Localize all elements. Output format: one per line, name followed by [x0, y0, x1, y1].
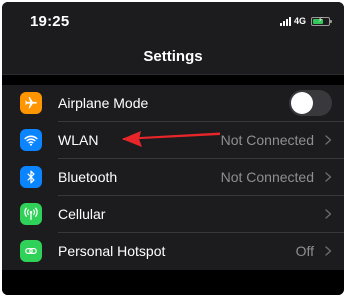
chevron-right-icon [325, 246, 332, 256]
toggle-knob [291, 92, 313, 114]
page-title: Settings [143, 48, 203, 65]
bluetooth-icon [20, 166, 42, 188]
status-indicators: 4G ⚡ [279, 16, 332, 26]
chevron-right-icon [325, 209, 332, 219]
network-type: 4G [293, 16, 306, 26]
settings-list: Airplane Mode WLAN Not Connected Bluetoo… [2, 85, 344, 270]
setting-label: Cellular [58, 206, 106, 222]
setting-row-personal-hotspot[interactable]: Personal Hotspot Off [2, 233, 344, 270]
setting-row-airplane-mode[interactable]: Airplane Mode [2, 85, 344, 122]
setting-row-cellular[interactable]: Cellular [2, 196, 344, 233]
setting-value: Not Connected [220, 132, 314, 148]
setting-row-wlan[interactable]: WLAN Not Connected [2, 122, 344, 159]
chevron-right-icon [325, 172, 332, 182]
status-bar: 19:25 4G ⚡ [2, 2, 344, 42]
setting-label: Personal Hotspot [58, 243, 166, 259]
section-gap [2, 75, 344, 85]
status-time: 19:25 [30, 13, 70, 30]
setting-value: Off [295, 243, 314, 259]
airplane-mode-toggle[interactable] [289, 90, 332, 116]
setting-row-bluetooth[interactable]: Bluetooth Not Connected [2, 159, 344, 196]
bottom-background [2, 270, 344, 295]
setting-label: Airplane Mode [58, 95, 149, 111]
battery-charging-icon: ⚡ [311, 16, 332, 26]
setting-label: WLAN [58, 132, 99, 148]
hotspot-link-icon [20, 240, 42, 262]
setting-value: Not Connected [220, 169, 314, 185]
chevron-right-icon [325, 135, 332, 145]
wifi-icon [20, 129, 42, 151]
phone-screen: 19:25 4G ⚡ Settings Airplane Mode WLAN N… [2, 2, 344, 295]
setting-label: Bluetooth [58, 169, 118, 185]
signal-icon [279, 16, 291, 26]
cellular-antenna-icon [20, 203, 42, 225]
airplane-icon [20, 92, 42, 114]
navigation-bar: Settings [2, 42, 344, 74]
